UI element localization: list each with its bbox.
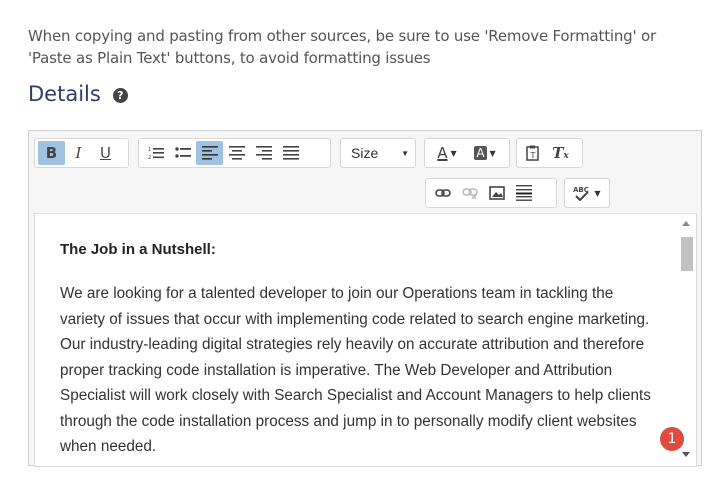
editor-content[interactable]: The Job in a Nutshell: We are looking fo… [34, 213, 697, 467]
svg-text:2: 2 [148, 155, 151, 160]
text-color-icon: A [437, 144, 448, 162]
svg-text:1: 1 [148, 147, 151, 153]
align-left-icon[interactable] [196, 141, 223, 165]
svg-text:T: T [530, 151, 536, 160]
spellcheck-icon: ABC [573, 186, 589, 201]
scroll-thumb[interactable] [681, 237, 693, 271]
content-paragraph: We are looking for a talented developer … [60, 285, 651, 455]
basic-styles-group: B I U [34, 138, 129, 168]
insert-group [425, 178, 557, 208]
italic-button[interactable]: I [65, 141, 92, 165]
formatting-notice: When copying and pasting from other sour… [28, 27, 656, 67]
align-center-icon[interactable] [223, 141, 250, 165]
clipboard-group: T Tx [516, 138, 583, 168]
editor-scrollbar[interactable] [678, 213, 695, 465]
content-heading: The Job in a Nutshell: [60, 241, 216, 258]
remove-formatting-icon[interactable]: Tx [547, 141, 574, 165]
paste-plain-text-icon[interactable]: T [520, 141, 547, 165]
notification-badge[interactable]: 1 [660, 427, 684, 451]
font-size-dropdown[interactable]: Size ▼ [341, 141, 415, 165]
horizontal-line-icon[interactable] [510, 181, 537, 205]
paragraph-group: 12 [138, 138, 331, 168]
font-size-label: Size [351, 145, 379, 161]
chevron-down-icon: ▼ [450, 148, 457, 158]
chevron-down-icon: ▼ [594, 188, 601, 198]
colors-group: A ▼ A ▼ [424, 138, 510, 168]
editor-body: The Job in a Nutshell: We are looking fo… [60, 241, 660, 460]
align-right-icon[interactable] [250, 141, 277, 165]
chevron-down-icon: ▼ [489, 148, 496, 158]
link-icon[interactable] [429, 181, 456, 205]
bold-button[interactable]: B [38, 141, 65, 165]
bulleted-list-icon[interactable] [169, 141, 196, 165]
justify-icon[interactable] [277, 141, 304, 165]
spellcheck-group: ABC ▼ [564, 178, 610, 208]
scroll-up-icon[interactable] [682, 221, 690, 226]
spellcheck-button[interactable]: ABC ▼ [568, 181, 606, 205]
background-color-icon: A [474, 146, 487, 160]
unlink-icon[interactable] [456, 181, 483, 205]
details-heading: Details ? [28, 82, 128, 106]
text-color-button[interactable]: A ▼ [428, 141, 466, 165]
size-group: Size ▼ [340, 138, 416, 168]
chevron-down-icon: ▼ [401, 148, 409, 158]
editor-toolbar: B I U 12 Size ▼ A ▼ A ▼ T Tx ABC ▼ [29, 131, 701, 213]
rich-text-editor: B I U 12 Size ▼ A ▼ A ▼ T Tx ABC ▼ The J… [28, 130, 702, 467]
image-icon[interactable] [483, 181, 510, 205]
background-color-button[interactable]: A ▼ [466, 141, 504, 165]
numbered-list-icon[interactable]: 12 [142, 141, 169, 165]
help-icon[interactable]: ? [112, 88, 128, 103]
underline-button[interactable]: U [92, 141, 119, 165]
details-title: Details [28, 82, 101, 106]
scroll-down-icon[interactable] [682, 452, 690, 457]
